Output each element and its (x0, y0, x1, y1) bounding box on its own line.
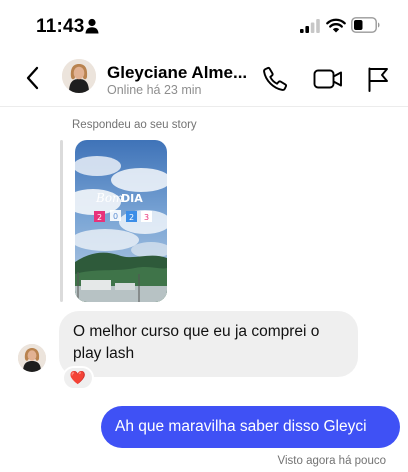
story-reply-label: Respondeu ao seu story (72, 119, 197, 131)
svg-text:2: 2 (97, 213, 102, 222)
wifi-icon (326, 18, 346, 33)
seen-status: Visto agora há pouco (277, 455, 386, 467)
sender-avatar[interactable] (18, 344, 46, 372)
svg-text:0: 0 (113, 212, 118, 221)
heart-reaction-icon[interactable]: ❤️ (62, 366, 94, 390)
contact-name[interactable]: Gleyciane Alme... (107, 63, 255, 83)
person-icon (85, 18, 99, 34)
contact-online-status: Online há 23 min (107, 83, 202, 97)
contact-avatar[interactable] (62, 59, 96, 93)
svg-text:3: 3 (144, 213, 149, 222)
svg-text:DIA: DIA (121, 192, 143, 205)
outgoing-message-bubble[interactable]: Ah que maravilha saber disso Gleyci (101, 406, 400, 448)
back-arrow-icon[interactable] (22, 64, 44, 92)
svg-text:2: 2 (129, 213, 134, 222)
incoming-message-text: O melhor curso que eu ja comprei o play … (73, 323, 320, 362)
story-thumbnail[interactable]: Bom DIA 2 0 2 3 (75, 140, 167, 302)
phone-icon[interactable] (262, 66, 288, 92)
incoming-message-bubble[interactable]: O melhor curso que eu ja comprei o play … (59, 311, 358, 377)
svg-text:Bom: Bom (95, 191, 123, 205)
signal-icon (300, 19, 320, 33)
story-reply-bar (60, 140, 63, 302)
chat-header: Gleyciane Alme... Online há 23 min (0, 52, 408, 107)
outgoing-message-text: Ah que maravilha saber disso Gleyci (115, 418, 367, 435)
battery-icon (351, 17, 380, 33)
status-time: 11:43 (36, 16, 85, 37)
video-camera-icon[interactable] (313, 66, 343, 92)
status-bar: 11:43 (0, 0, 408, 52)
flag-icon[interactable] (366, 65, 390, 93)
